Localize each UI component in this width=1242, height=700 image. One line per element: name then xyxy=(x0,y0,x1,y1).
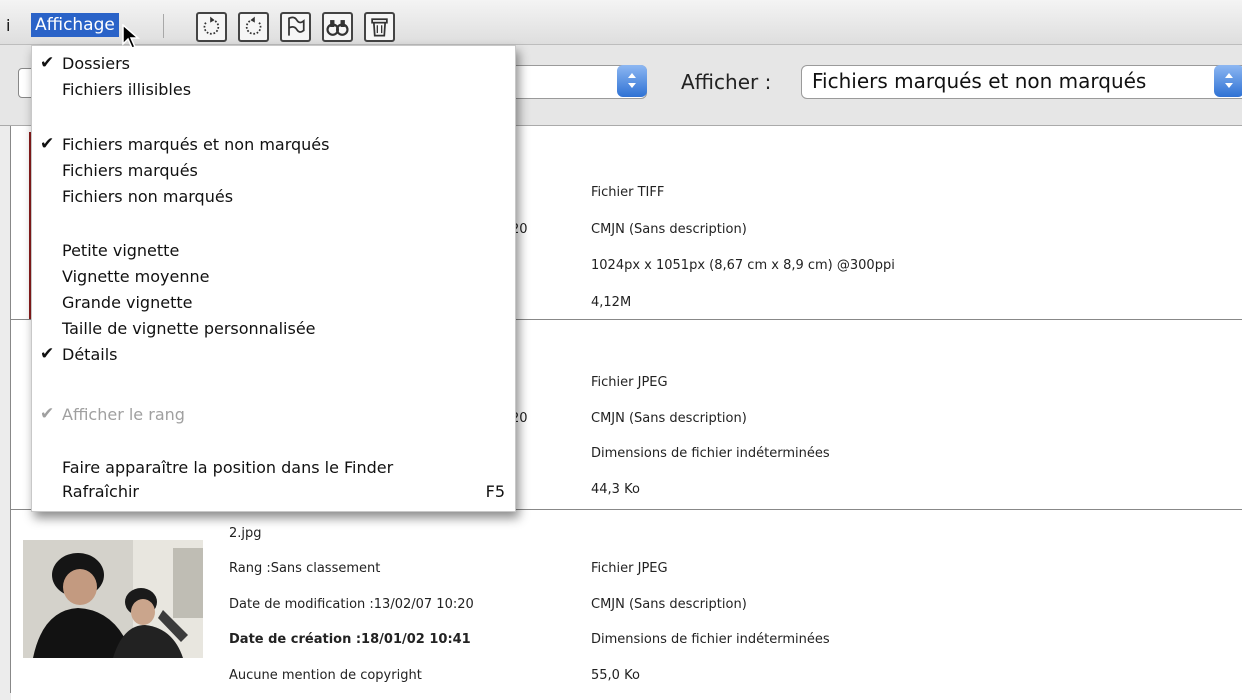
delete-button[interactable] xyxy=(364,12,395,42)
flag-button[interactable] xyxy=(280,12,311,42)
binoculars-icon xyxy=(326,20,349,36)
rotate-right-button[interactable] xyxy=(238,12,269,42)
file-size: 55,0 Ko xyxy=(591,668,640,683)
checkmark-icon: ✔ xyxy=(40,53,55,73)
shortcut-label: F5 xyxy=(485,482,505,501)
color-profile: CMJN (Sans description) xyxy=(591,222,747,237)
filter-popup[interactable]: Fichiers marqués et non marqués xyxy=(801,65,1242,99)
file-type: Fichier TIFF xyxy=(591,185,665,200)
file-type: Fichier JPEG xyxy=(591,375,668,390)
color-profile: CMJN (Sans description) xyxy=(591,597,747,612)
menu-item-dossiers[interactable]: Dossiers xyxy=(62,54,130,73)
rotate-right-icon xyxy=(245,16,262,35)
thumbnail-image[interactable] xyxy=(23,540,203,658)
file-size: 4,12M xyxy=(591,295,632,310)
flag-icon xyxy=(288,16,305,36)
dimensions: Dimensions de fichier indéterminées xyxy=(591,632,830,647)
menu-affichage[interactable]: Affichage xyxy=(31,13,119,37)
popup-stepper-icon xyxy=(1214,65,1242,97)
menu-item-marques-et-non-marques[interactable]: Fichiers marqués et non marqués xyxy=(62,135,329,154)
filter-value: Fichiers marqués et non marqués xyxy=(812,69,1147,93)
toolbar-separator xyxy=(163,14,164,38)
photo-thumbnail xyxy=(23,540,203,658)
menu-item-afficher-le-rang: Afficher le rang xyxy=(62,405,185,424)
menu-item-finder[interactable]: Faire apparaître la position dans le Fin… xyxy=(62,458,393,477)
trash-icon xyxy=(371,18,388,37)
checkmark-icon: ✔ xyxy=(40,404,55,424)
menu-item-non-marques[interactable]: Fichiers non marqués xyxy=(62,187,233,206)
checkmark-icon: ✔ xyxy=(40,344,55,364)
dimensions: 1024px x 1051px (8,67 cm x 8,9 cm) @300p… xyxy=(591,258,895,273)
menu-item-details[interactable]: Détails xyxy=(62,345,117,364)
menu-item-vignette-personnalisee[interactable]: Taille de vignette personnalisée xyxy=(62,319,316,338)
rotate-left-icon xyxy=(203,16,220,35)
copyright: Aucune mention de copyright xyxy=(229,668,422,683)
menu-item-rafraichir[interactable]: Rafraîchir xyxy=(62,482,139,501)
menu-item-vignette-moyenne[interactable]: Vignette moyenne xyxy=(62,267,209,286)
toolbar: i Affichage xyxy=(0,0,1242,45)
file-row[interactable]: 2.jpg Rang :Sans classement Date de modi… xyxy=(11,510,1242,700)
filter-label: Afficher : xyxy=(681,70,772,94)
checkmark-icon: ✔ xyxy=(40,134,55,154)
menu-item-grande-vignette[interactable]: Grande vignette xyxy=(62,293,192,312)
rotate-left-button[interactable] xyxy=(196,12,227,42)
dimensions: Dimensions de fichier indéterminées xyxy=(591,446,830,461)
modified-date: Date de modification :13/02/07 10:20 xyxy=(229,597,474,612)
file-size: 44,3 Ko xyxy=(591,482,640,497)
affichage-dropdown-menu: ✔ Dossiers Fichiers illisibles ✔ Fichier… xyxy=(31,45,516,512)
menu-fragment: i xyxy=(6,16,11,35)
menu-item-marques[interactable]: Fichiers marqués xyxy=(62,161,198,180)
popup-stepper-icon xyxy=(617,65,647,97)
file-type: Fichier JPEG xyxy=(591,561,668,576)
menu-item-fichiers-illisibles[interactable]: Fichiers illisibles xyxy=(62,80,191,99)
color-profile: CMJN (Sans description) xyxy=(591,411,747,426)
created-date: Date de création :18/01/02 10:41 xyxy=(229,632,471,647)
menu-item-petite-vignette[interactable]: Petite vignette xyxy=(62,241,179,260)
find-button[interactable] xyxy=(322,12,353,42)
rating: Rang :Sans classement xyxy=(229,561,381,576)
mouse-pointer-icon xyxy=(122,24,141,49)
file-name: 2.jpg xyxy=(229,526,262,541)
